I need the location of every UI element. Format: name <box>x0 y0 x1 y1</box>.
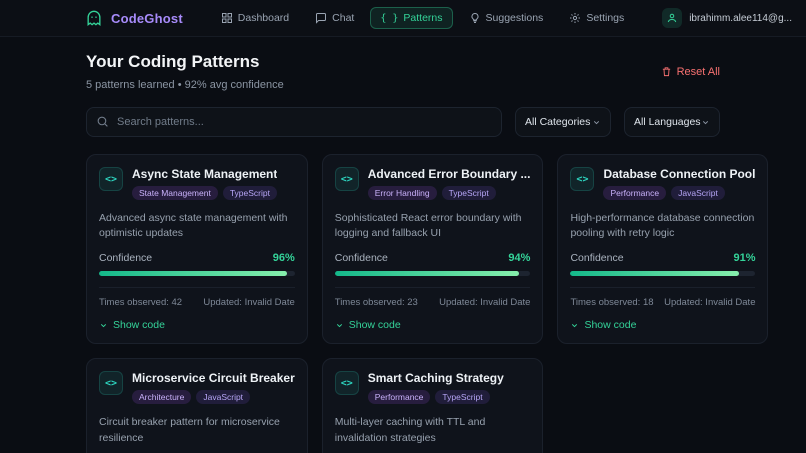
updated-date: Updated: Invalid Date <box>439 297 531 309</box>
language-tag: TypeScript <box>435 390 490 405</box>
category-tag: Performance <box>603 186 667 200</box>
confidence-progressbar <box>570 271 756 277</box>
nav-label: Patterns <box>403 12 443 24</box>
top-navbar: CodeGhost Dashboard Chat {} Patterns Su… <box>0 0 806 37</box>
language-tag: TypeScript <box>222 186 277 200</box>
category-tag: State Management <box>132 186 218 200</box>
nav-item-suggestions[interactable]: Suggestions <box>459 7 554 29</box>
categories-select[interactable]: All Categories <box>515 107 611 137</box>
category-tag: Error Handling <box>367 186 437 200</box>
main-content: Your Coding Patterns 5 patterns learned … <box>86 52 769 453</box>
nav-label: Suggestions <box>485 12 544 24</box>
category-tag: Architecture <box>132 390 192 405</box>
confidence-label: Confidence <box>99 252 153 265</box>
chevron-down-icon <box>701 118 710 127</box>
show-code-label: Show code <box>113 319 165 332</box>
pattern-description: Advanced async state management with opt… <box>99 212 288 240</box>
code-icon: <> <box>570 167 595 191</box>
search-input[interactable] <box>86 107 502 137</box>
times-observed: Times observed: 23 <box>334 297 418 309</box>
ghost-logo-icon <box>84 8 104 28</box>
nav-item-patterns[interactable]: { } Patterns <box>370 7 453 29</box>
nav-item-settings[interactable]: Settings <box>559 7 634 29</box>
code-icon: <> <box>334 371 359 396</box>
code-icon: <> <box>334 167 359 191</box>
pattern-title: Database Connection Pool <box>603 167 756 181</box>
pattern-description: Circuit breaker pattern for microservice… <box>99 416 280 444</box>
page-subtitle: 5 patterns learned • 92% avg confidence <box>86 79 284 91</box>
confidence-progressbar <box>99 271 295 277</box>
pattern-card: <> Async State Management State Manageme… <box>86 154 308 345</box>
pattern-title: Async State Management <box>132 167 278 181</box>
lightbulb-icon <box>469 12 481 24</box>
languages-value: All Languages <box>634 116 701 128</box>
times-observed: Times observed: 18 <box>570 297 654 309</box>
trash-icon <box>661 66 672 77</box>
categories-value: All Categories <box>525 116 591 128</box>
language-tag: JavaScript <box>196 390 251 405</box>
reset-all-label: Reset All <box>676 65 720 78</box>
confidence-value: 91% <box>733 252 756 265</box>
reset-all-button[interactable]: Reset All <box>661 66 720 78</box>
nav-label: Dashboard <box>237 12 290 24</box>
show-code-label: Show code <box>584 319 637 332</box>
confidence-label: Confidence <box>570 252 624 265</box>
chevron-down-icon <box>99 321 108 330</box>
page-title: Your Coding Patterns <box>86 52 260 71</box>
nav-item-chat[interactable]: Chat <box>305 7 364 29</box>
pattern-title: Advanced Error Boundary ... <box>367 167 531 181</box>
show-code-button[interactable]: Show code <box>335 319 401 331</box>
code-icon: <> <box>99 167 123 191</box>
code-icon: <> <box>99 371 123 396</box>
brand[interactable]: CodeGhost <box>84 8 183 28</box>
pattern-description: High-performance database connection poo… <box>570 212 755 240</box>
language-tag: TypeScript <box>441 186 496 200</box>
user-menu[interactable]: ibrahimm.alee114@g... <box>662 8 792 28</box>
confidence-value: 96% <box>272 252 295 265</box>
nav-label: Settings <box>586 12 625 24</box>
main-nav: Dashboard Chat { } Patterns Suggestions … <box>211 7 634 29</box>
pattern-card: <> Microservice Circuit Breaker Architec… <box>86 358 308 453</box>
updated-date: Updated: Invalid Date <box>203 297 295 309</box>
languages-select[interactable]: All Languages <box>624 107 720 137</box>
chevron-down-icon <box>335 321 344 330</box>
chevron-down-icon <box>592 118 601 127</box>
chat-icon <box>315 12 327 24</box>
dashboard-icon <box>221 12 233 24</box>
chevron-down-icon <box>570 321 579 330</box>
patterns-grid: <> Async State Management State Manageme… <box>86 154 769 453</box>
gear-icon <box>569 12 581 24</box>
nav-label: Chat <box>332 12 355 24</box>
category-tag: Performance <box>367 390 431 405</box>
confidence-progressbar <box>334 271 531 277</box>
pattern-title: Microservice Circuit Breaker <box>132 371 295 386</box>
pattern-card: <> Database Connection Pool Performance … <box>557 154 769 345</box>
pattern-description: Sophisticated React error boundary with … <box>334 212 522 240</box>
times-observed: Times observed: 42 <box>99 297 183 309</box>
brand-name: CodeGhost <box>111 10 183 26</box>
confidence-value: 94% <box>508 252 531 265</box>
confidence-label: Confidence <box>334 252 388 265</box>
avatar <box>662 8 683 28</box>
search-icon <box>96 115 109 128</box>
patterns-icon: { } <box>380 12 399 24</box>
pattern-card: <> Advanced Error Boundary ... Error Han… <box>321 154 544 345</box>
pattern-card: <> Smart Caching Strategy Performance Ty… <box>321 358 544 453</box>
language-tag: JavaScript <box>671 186 725 200</box>
filter-bar: All Categories All Languages <box>86 107 720 137</box>
show-code-button[interactable]: Show code <box>99 319 165 331</box>
updated-date: Updated: Invalid Date <box>664 297 756 309</box>
pattern-title: Smart Caching Strategy <box>367 371 504 386</box>
nav-item-dashboard[interactable]: Dashboard <box>211 7 299 29</box>
pattern-description: Multi-layer caching with TTL and invalid… <box>334 416 486 444</box>
show-code-label: Show code <box>348 319 401 332</box>
show-code-button[interactable]: Show code <box>570 319 636 331</box>
user-email: ibrahimm.alee114@g... <box>689 12 792 24</box>
